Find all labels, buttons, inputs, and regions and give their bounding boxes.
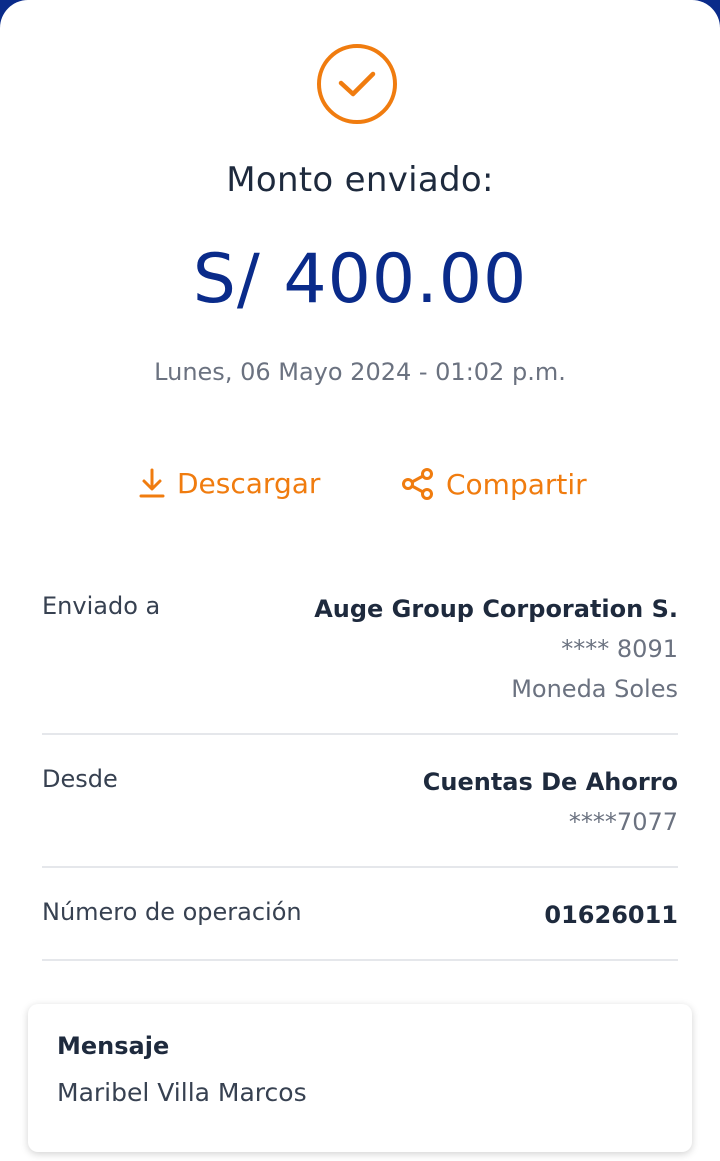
message-card: Mensaje Maribel Villa Marcos	[28, 1004, 692, 1152]
receipt-sheet: Monto enviado: S/ 400.00 Lunes, 06 Mayo …	[0, 0, 720, 1161]
download-button[interactable]: Descargar	[137, 466, 320, 500]
divider	[42, 733, 678, 735]
download-icon	[137, 466, 167, 500]
from-details: Cuentas De Ahorro ****7077	[423, 762, 678, 842]
share-icon	[400, 466, 436, 502]
sent-to-label: Enviado a	[42, 592, 161, 620]
message-label: Mensaje	[57, 1032, 170, 1060]
recipient-currency: Moneda Soles	[511, 675, 678, 703]
operation-label: Número de operación	[42, 898, 302, 926]
divider	[42, 866, 678, 868]
from-account-type: Cuentas De Ahorro	[422, 768, 678, 796]
recipient-name: Auge Group Corporation S.	[314, 595, 678, 623]
from-account-number: ****7077	[568, 808, 678, 836]
share-label: Compartir	[446, 467, 587, 501]
from-label: Desde	[42, 765, 118, 793]
share-button[interactable]: Compartir	[400, 466, 587, 502]
transaction-date: Lunes, 06 Mayo 2024 - 01:02 p.m.	[154, 358, 566, 386]
message-text: Maribel Villa Marcos	[57, 1078, 307, 1107]
sent-to-details: Auge Group Corporation S. **** 8091 Mone…	[314, 589, 678, 709]
recipient-account: **** 8091	[561, 635, 678, 663]
download-label: Descargar	[177, 466, 321, 500]
operation-details: 01626011	[544, 895, 678, 935]
divider	[42, 959, 678, 961]
operation-number: 01626011	[544, 901, 678, 929]
page-title: Monto enviado:	[226, 160, 494, 200]
success-check-icon	[317, 44, 397, 124]
amount-value: S/ 400.00	[192, 240, 528, 319]
